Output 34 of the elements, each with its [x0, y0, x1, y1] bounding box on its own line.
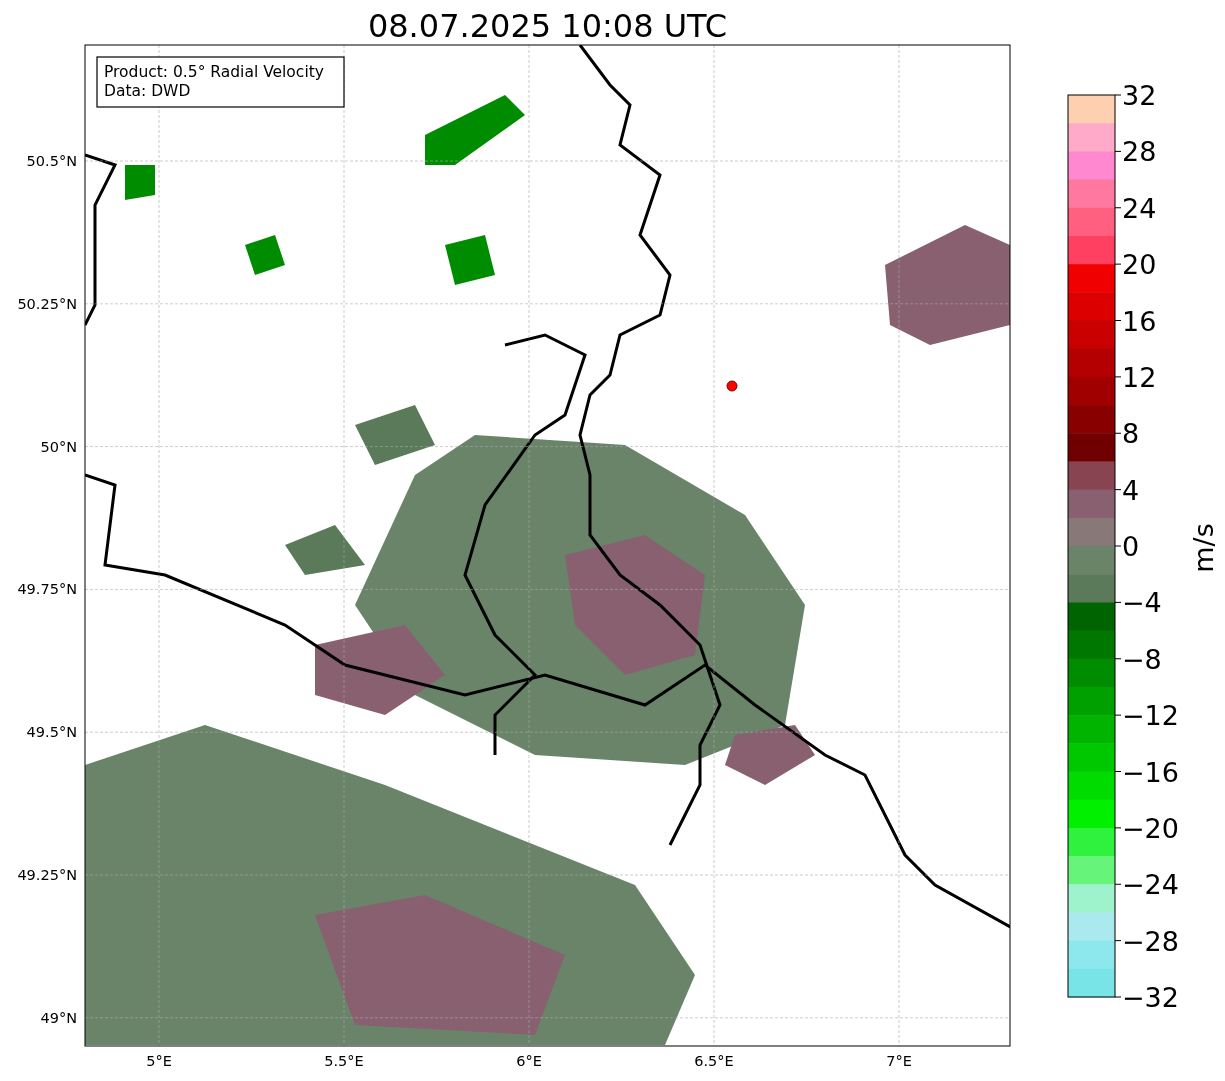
colorbar-tick-label: 16 [1122, 305, 1157, 337]
colorbar-tick-label: −24 [1122, 869, 1179, 901]
colorbar-tick-label: 24 [1122, 192, 1157, 224]
latitude-label: 50.25°N [17, 295, 77, 312]
chart-title: 08.07.2025 10:08 UTC [367, 7, 728, 45]
longitude-label: 6.5°E [694, 1053, 734, 1069]
colorbar-tick-label: 28 [1122, 136, 1157, 168]
radar-site-marker [726, 380, 738, 392]
colorbar-tick-label: 0 [1122, 531, 1140, 562]
colorbar-tick-label: −8 [1122, 643, 1162, 675]
colorbar-tick-label: −28 [1122, 925, 1179, 957]
colorbar-tick-label: −16 [1122, 756, 1179, 788]
latitude-label: 50°N [40, 438, 77, 455]
longitude-label: 5.5°E [324, 1053, 364, 1069]
longitude-label: 6°E [516, 1053, 542, 1069]
latitude-label: 49.75°N [17, 581, 77, 598]
latitude-label: 50.5°N [26, 153, 77, 169]
colorbar-tick-label: −4 [1122, 587, 1162, 619]
colorbar-tick-label: 4 [1122, 474, 1140, 506]
latitude-label: 49.25°N [17, 867, 77, 883]
legend-text: Product: 0.5° Radial Velocity [104, 63, 324, 81]
colorbar-tick-label: −32 [1122, 982, 1179, 1013]
colorbar-tick-label: 8 [1122, 418, 1140, 450]
colorbar-tick-label: −20 [1122, 812, 1179, 844]
colorbar-tick-label: 12 [1122, 361, 1157, 393]
colorbar-label: m/s [1188, 523, 1219, 573]
colorbar-tick-label: −12 [1122, 700, 1179, 732]
colorbar-tick-label: 20 [1122, 249, 1157, 281]
latitude-label: 49.5°N [26, 724, 77, 741]
latitude-label: 49°N [40, 1009, 77, 1026]
longitude-label: 7°E [886, 1053, 912, 1069]
colorbar-tick-label: 32 [1122, 80, 1157, 111]
legend-text: Data: DWD [104, 82, 191, 100]
longitude-label: 5°E [146, 1053, 172, 1069]
